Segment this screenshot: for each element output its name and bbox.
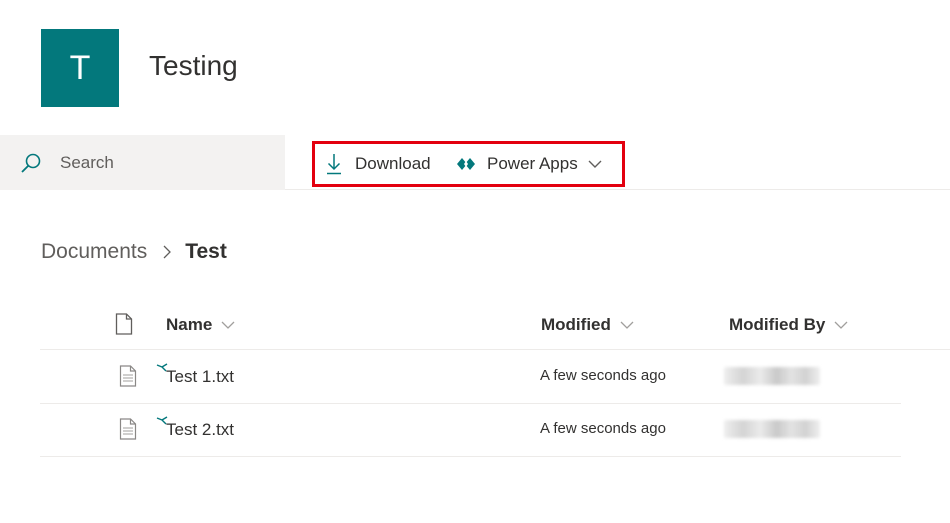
list-item[interactable]: Test 1.txt A few seconds ago bbox=[40, 351, 901, 404]
download-button[interactable]: Download bbox=[325, 150, 431, 178]
column-header-modified-by[interactable]: Modified By bbox=[729, 315, 848, 335]
search-icon bbox=[21, 153, 41, 173]
file-name-link[interactable]: Test 2.txt bbox=[166, 420, 234, 440]
column-header-name[interactable]: Name bbox=[166, 315, 235, 335]
site-title[interactable]: Testing bbox=[149, 50, 238, 82]
chevron-down-icon bbox=[588, 160, 602, 168]
breadcrumb: Documents Test bbox=[41, 240, 227, 264]
power-apps-button[interactable]: Power Apps bbox=[457, 150, 602, 178]
download-icon bbox=[327, 154, 341, 175]
modified-time: A few seconds ago bbox=[540, 420, 666, 437]
breadcrumb-documents[interactable]: Documents bbox=[41, 240, 147, 264]
chevron-down-icon bbox=[620, 321, 634, 329]
text-file-icon bbox=[119, 418, 137, 440]
search-input[interactable]: Search bbox=[60, 153, 114, 173]
modified-by-user[interactable] bbox=[724, 420, 820, 438]
modified-time: A few seconds ago bbox=[540, 367, 666, 384]
column-modified-by-label: Modified By bbox=[729, 315, 826, 334]
chevron-right-icon bbox=[163, 245, 172, 259]
text-file-icon bbox=[119, 365, 137, 387]
file-type-icon[interactable] bbox=[115, 313, 133, 335]
power-apps-label: Power Apps bbox=[487, 154, 578, 173]
list-item[interactable]: Test 2.txt A few seconds ago bbox=[40, 404, 901, 457]
site-logo-letter: T bbox=[69, 48, 91, 87]
download-label: Download bbox=[355, 154, 431, 173]
chevron-down-icon bbox=[221, 321, 235, 329]
file-name-link[interactable]: Test 1.txt bbox=[166, 367, 234, 387]
column-header-modified[interactable]: Modified bbox=[541, 315, 634, 335]
breadcrumb-current: Test bbox=[185, 240, 227, 263]
modified-by-user[interactable] bbox=[724, 367, 820, 385]
power-apps-icon bbox=[457, 158, 475, 170]
column-modified-label: Modified bbox=[541, 315, 611, 334]
chevron-down-icon bbox=[834, 321, 848, 329]
site-logo[interactable]: T bbox=[41, 29, 119, 107]
search-box[interactable]: Search bbox=[0, 135, 285, 190]
column-name-label: Name bbox=[166, 315, 213, 334]
